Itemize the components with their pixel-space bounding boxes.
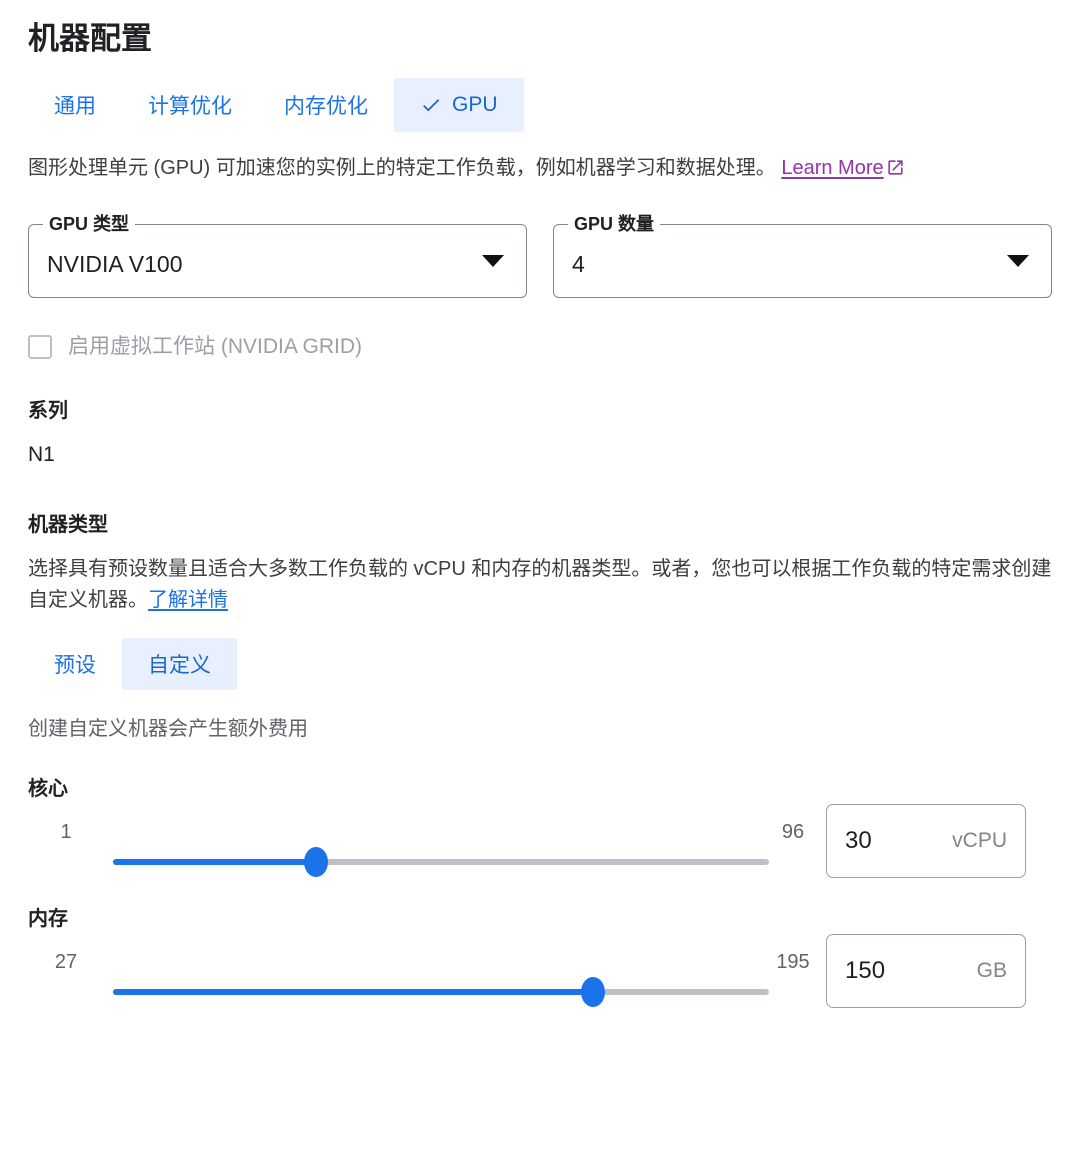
gpu-select-row: GPU 类型 NVIDIA V100 GPU 数量 4 (28, 224, 1052, 298)
page-title: 机器配置 (28, 0, 1052, 60)
cores-slider-fill (113, 859, 316, 865)
gpu-count-select[interactable]: GPU 数量 4 (553, 224, 1052, 298)
series-value: N1 (28, 442, 1052, 468)
open-in-new-icon[interactable] (886, 155, 905, 174)
learn-more-label: Learn More (781, 157, 883, 179)
virtual-workstation-label: 启用虚拟工作站 (NVIDIA GRID) (68, 334, 362, 360)
gpu-count-label: GPU 数量 (568, 213, 660, 235)
tab-label: GPU (452, 93, 498, 117)
cores-slider-thumb[interactable] (304, 847, 328, 877)
gpu-type-label: GPU 类型 (43, 213, 135, 235)
virtual-workstation-checkbox[interactable] (28, 335, 52, 359)
cores-max-label: 96 (782, 820, 804, 844)
cores-slider[interactable]: 1 96 (28, 816, 808, 882)
virtual-workstation-row[interactable]: 启用虚拟工作站 (NVIDIA GRID) (28, 334, 1052, 360)
gpu-description: 图形处理单元 (GPU) 可加速您的实例上的特定工作负载，例如机器学习和数据处理… (28, 152, 1052, 184)
series-heading: 系列 (28, 398, 1052, 424)
memory-slider-row: 27 195 GB (28, 934, 1052, 1012)
machine-type-mode-tabs: 预设 自定义 (28, 638, 1052, 690)
cores-value-field[interactable]: vCPU (826, 804, 1026, 878)
chevron-down-icon[interactable] (482, 255, 504, 267)
cores-title: 核心 (28, 776, 1052, 802)
machine-type-help-text: 选择具有预设数量且适合大多数工作负载的 vCPU 和内存的机器类型。或者，您也可… (28, 554, 1052, 616)
machine-family-tabs: 通用 计算优化 内存优化 GPU (28, 78, 1052, 132)
memory-slider-track-wrap[interactable] (113, 989, 769, 995)
tab-gpu[interactable]: GPU (394, 78, 524, 132)
cores-value-input[interactable] (845, 827, 944, 855)
tab-label: 内存优化 (284, 90, 368, 120)
mode-tab-custom[interactable]: 自定义 (122, 638, 237, 690)
memory-slider-block: 内存 27 195 GB (28, 906, 1052, 1012)
memory-unit-label: GB (977, 959, 1007, 983)
tab-general[interactable]: 通用 (28, 78, 122, 132)
cores-slider-track-wrap[interactable] (113, 859, 769, 865)
gpu-description-text: 图形处理单元 (GPU) 可加速您的实例上的特定工作负载，例如机器学习和数据处理… (28, 157, 776, 179)
custom-machine-note: 创建自定义机器会产生额外费用 (28, 716, 1052, 742)
learn-more-link[interactable]: Learn More (781, 157, 883, 179)
memory-value-field[interactable]: GB (826, 934, 1026, 1008)
memory-slider-fill (113, 989, 593, 995)
cores-min-label: 1 (60, 820, 71, 844)
memory-slider-thumb[interactable] (581, 977, 605, 1007)
cores-slider-row: 1 96 vCPU (28, 804, 1052, 882)
learn-details-link[interactable]: 了解详情 (148, 589, 228, 611)
tab-compute-optimized[interactable]: 计算优化 (122, 78, 258, 132)
memory-slider[interactable]: 27 195 (28, 946, 808, 1012)
memory-min-label: 27 (55, 950, 77, 974)
tab-memory-optimized[interactable]: 内存优化 (258, 78, 394, 132)
memory-value-input[interactable] (845, 957, 969, 985)
tab-label: 计算优化 (148, 90, 232, 120)
memory-max-label: 195 (776, 950, 809, 974)
gpu-count-value: 4 (572, 244, 585, 278)
memory-title: 内存 (28, 906, 1052, 932)
gpu-type-select[interactable]: GPU 类型 NVIDIA V100 (28, 224, 527, 298)
gpu-type-value: NVIDIA V100 (47, 244, 183, 278)
cores-slider-block: 核心 1 96 vCPU (28, 776, 1052, 882)
tab-label: 通用 (54, 90, 96, 120)
mode-tab-preset[interactable]: 预设 (28, 638, 122, 690)
cores-unit-label: vCPU (952, 829, 1007, 853)
machine-configuration-panel: 机器配置 通用 计算优化 内存优化 GPU 图 (0, 0, 1080, 1154)
machine-type-heading: 机器类型 (28, 512, 1052, 538)
check-icon (420, 94, 442, 116)
chevron-down-icon[interactable] (1007, 255, 1029, 267)
